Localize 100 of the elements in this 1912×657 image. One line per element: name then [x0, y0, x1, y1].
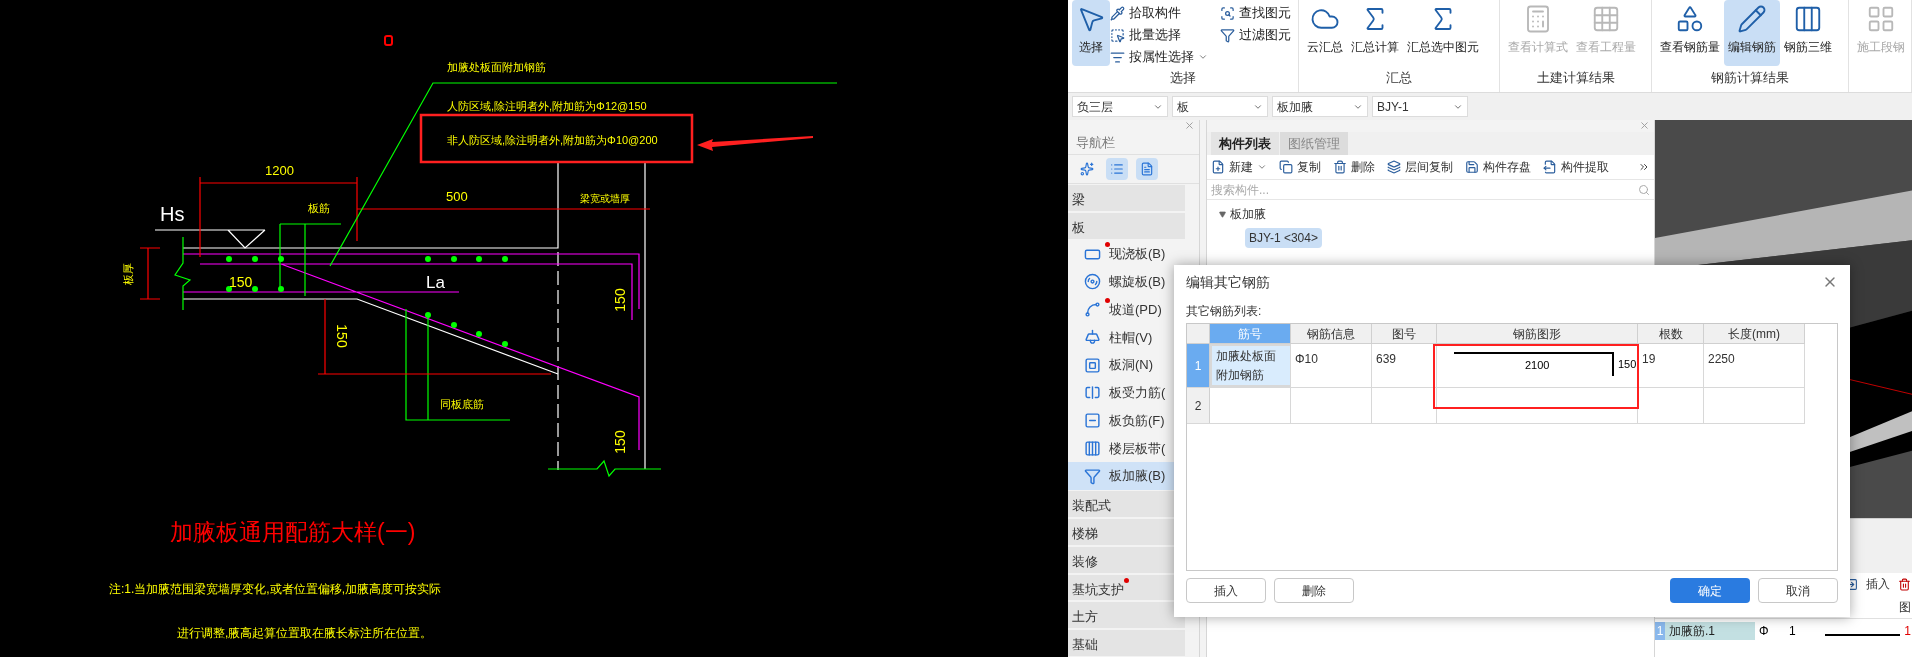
- minus-square-icon: [1084, 412, 1101, 430]
- selection-icon: [1110, 27, 1125, 43]
- annotation-text: 非人防区域,除注明者外,附加筋为Φ10@200: [447, 134, 658, 146]
- dimension-label: 150: [1618, 357, 1637, 372]
- toolbar-button[interactable]: 层间复制: [1387, 158, 1453, 176]
- group-label: 选择: [1169, 69, 1197, 87]
- dimension-label: 500: [446, 189, 468, 204]
- level-label: Hs: [160, 203, 185, 225]
- document-icon: [1140, 162, 1154, 177]
- ribbon-button[interactable]: 编辑钢筋: [1724, 0, 1780, 66]
- ribbon-button[interactable]: 批量选择: [1110, 24, 1208, 46]
- table-cell-text: 1: [1788, 623, 1797, 640]
- annotation-text: La: [426, 273, 445, 292]
- nested-square-icon: [1084, 356, 1101, 374]
- columns-icon: [1084, 439, 1101, 457]
- ribbon-button[interactable]: 按属性选择: [1110, 46, 1208, 68]
- note-text: 注:1.当加腋范围梁宽墙厚变化,或者位置偏移,加腋高度可按实际: [109, 582, 441, 596]
- table-cell-text: Φ: [1758, 623, 1770, 640]
- ribbon-button[interactable]: 汇总计算: [1347, 0, 1403, 66]
- ribbon-button[interactable]: 汇总选中图元: [1403, 0, 1483, 66]
- annotation-text: 同板底筋: [440, 398, 484, 410]
- category-header[interactable]: 基础: [1068, 630, 1185, 656]
- export-icon: [1543, 160, 1557, 174]
- table-cell: 639: [1372, 344, 1437, 387]
- lamp-icon: [1084, 328, 1101, 346]
- caret-icon: [1257, 162, 1267, 172]
- curve-icon: [1084, 301, 1101, 319]
- list-icon: [1110, 162, 1124, 177]
- funnel-icon: [1084, 467, 1101, 485]
- dimension-label: 150: [334, 324, 351, 348]
- ribbon-button[interactable]: 钢筋三维: [1780, 0, 1836, 66]
- column-header: 图: [1899, 598, 1911, 616]
- column-header[interactable]: 钢筋图形: [1437, 324, 1638, 343]
- ribbon-button[interactable]: 选择: [1072, 0, 1110, 66]
- category-header[interactable]: 梁: [1068, 185, 1185, 212]
- dropdown[interactable]: 负三层: [1072, 96, 1168, 117]
- pipette-icon: [1110, 5, 1125, 21]
- annotation-text: 人防区域,除注明者外,附加筋为Φ12@150: [447, 100, 647, 112]
- dialog-button[interactable]: 插入: [1186, 578, 1266, 603]
- sparkle-icon: [1080, 162, 1094, 177]
- ribbon-button[interactable]: 查看钢筋量: [1656, 0, 1724, 66]
- column-header[interactable]: 根数: [1638, 324, 1704, 343]
- table-cell: 2250: [1704, 344, 1805, 387]
- toolbar-button[interactable]: 复制: [1279, 158, 1321, 176]
- dropdown[interactable]: 板加腋: [1272, 96, 1368, 117]
- tree-node[interactable]: 板加腋: [1219, 204, 1642, 224]
- dropdown[interactable]: BJY-1: [1372, 96, 1468, 117]
- view-toggle-button[interactable]: [1136, 158, 1158, 181]
- search-icon: [1638, 183, 1650, 196]
- panel-tab[interactable]: 构件列表: [1211, 132, 1279, 155]
- filter-icon: [1220, 27, 1235, 43]
- spiral-icon: [1084, 273, 1101, 291]
- ribbon-button[interactable]: 云汇总: [1303, 0, 1347, 66]
- table-cell[interactable]: 加腋处板面附加钢筋: [1210, 344, 1291, 387]
- marker-icon: [384, 35, 393, 46]
- drawing-title: 加腋板通用配筋大样(一): [170, 519, 416, 545]
- category-header[interactable]: 板: [1068, 213, 1185, 240]
- save-icon: [1465, 160, 1479, 174]
- trash-icon: [1898, 577, 1911, 591]
- view-toggle-button[interactable]: [1106, 158, 1128, 181]
- layers-icon: [1387, 160, 1401, 174]
- annotation-text: 板筋: [308, 202, 330, 214]
- toolbar-button[interactable]: 删除: [1333, 158, 1375, 176]
- search-field[interactable]: 搜索构件...: [1211, 180, 1638, 199]
- dropdown[interactable]: 板: [1172, 96, 1268, 117]
- close-icon: [1184, 120, 1195, 131]
- dimension-label: 150: [611, 288, 628, 312]
- panel-title: 导航栏: [1068, 131, 1199, 155]
- annotation-text: 梁宽或墙厚: [580, 193, 630, 204]
- column-header[interactable]: 图号: [1372, 324, 1437, 343]
- new-file-icon: [1211, 160, 1225, 174]
- close-icon: [1639, 120, 1650, 131]
- table-caption: 其它钢筋列表:: [1186, 303, 1262, 320]
- table-cell: 加腋筋.1: [1665, 622, 1755, 640]
- column-header[interactable]: 长度(mm): [1704, 324, 1805, 343]
- annotation-text: 板厚: [121, 263, 134, 285]
- dimension-label: 1200: [265, 163, 294, 178]
- tree-node[interactable]: BJY-1 <304>: [1245, 228, 1322, 248]
- grid-icon: [1866, 4, 1896, 34]
- nav-item[interactable]: 楼层板带(: [1068, 434, 1199, 463]
- row-number[interactable]: 2: [1187, 388, 1210, 423]
- dimension-label: 150: [611, 430, 628, 454]
- column-header[interactable]: 钢筋信息: [1291, 324, 1372, 343]
- toolbar-button[interactable]: 插入: [1866, 575, 1890, 593]
- dialog-button[interactable]: 删除: [1274, 578, 1354, 603]
- more-icon: [1638, 161, 1650, 173]
- ribbon-button[interactable]: 过滤图元: [1220, 24, 1291, 46]
- list-icon: [1110, 49, 1125, 65]
- dimension-label: 150: [229, 274, 253, 290]
- toolbar-button[interactable]: 新建: [1211, 158, 1267, 176]
- shapes-icon: [1675, 4, 1705, 34]
- dialog-button[interactable]: 取消: [1758, 578, 1838, 603]
- ribbon-button[interactable]: 查找图元: [1220, 2, 1291, 24]
- dialog-button[interactable]: 确定: [1670, 578, 1750, 603]
- toolbar-button[interactable]: 构件存盘: [1465, 158, 1531, 176]
- dialog-title: 编辑其它钢筋: [1186, 272, 1270, 292]
- row-number: 1: [1655, 622, 1665, 640]
- toolbar-button[interactable]: 构件提取: [1543, 158, 1609, 176]
- ribbon-button[interactable]: 拾取构件: [1110, 2, 1208, 24]
- category-header[interactable]: 土方: [1068, 602, 1185, 629]
